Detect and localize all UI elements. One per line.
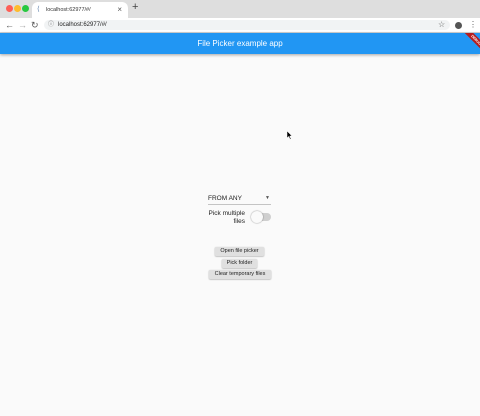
- debug-banner: DEBUG: [456, 33, 480, 57]
- flutter-icon: ⟨: [37, 6, 40, 13]
- app-title: File Picker example app: [197, 39, 283, 48]
- browser-toolbar: ← → ↻ ⓘ localhost:62977/#/ ☆ ⋮: [0, 18, 480, 33]
- debug-banner-label: DEBUG: [459, 33, 480, 57]
- back-arrow-icon[interactable]: ←: [5, 18, 14, 32]
- reload-icon[interactable]: ↻: [31, 18, 39, 32]
- minimize-window-button[interactable]: [14, 5, 21, 12]
- address-bar[interactable]: ⓘ localhost:62977/#/: [44, 20, 450, 30]
- pick-multiple-label: Pick multiple files: [208, 210, 245, 225]
- bookmark-star-icon[interactable]: ☆: [438, 18, 445, 32]
- app-bar: File Picker example app: [0, 33, 480, 54]
- switch-thumb: [251, 211, 263, 223]
- pick-multiple-switch[interactable]: [251, 211, 271, 223]
- browser-tab[interactable]: ⟨ localhost:62977/#/ ×: [32, 2, 128, 18]
- pick-folder-button[interactable]: Pick folder: [222, 259, 257, 268]
- app-viewport: File Picker example app DEBUG FROM ANY ▼…: [0, 33, 480, 416]
- info-icon[interactable]: ⓘ: [48, 21, 54, 29]
- dropdown-arrow-icon: ▼: [265, 195, 270, 201]
- close-tab-icon[interactable]: ×: [117, 5, 122, 14]
- file-type-dropdown[interactable]: FROM ANY ▼: [208, 193, 271, 205]
- dropdown-value: FROM ANY: [208, 195, 242, 202]
- tab-title: localhost:62977/#/: [46, 7, 91, 13]
- mouse-cursor-icon: [287, 131, 293, 140]
- url-text[interactable]: localhost:62977/#/: [58, 21, 107, 29]
- new-tab-button[interactable]: +: [132, 1, 138, 13]
- kebab-menu-icon[interactable]: ⋮: [469, 18, 477, 32]
- profile-avatar-icon[interactable]: [455, 22, 462, 29]
- forward-arrow-icon[interactable]: →: [18, 18, 27, 32]
- maximize-window-button[interactable]: [22, 5, 29, 12]
- close-window-button[interactable]: [6, 5, 13, 12]
- clear-temporary-files-button[interactable]: Clear temporary files: [209, 270, 271, 279]
- open-file-picker-button[interactable]: Open file picker: [215, 247, 264, 256]
- browser-tab-strip: ⟨ localhost:62977/#/ × +: [0, 0, 480, 18]
